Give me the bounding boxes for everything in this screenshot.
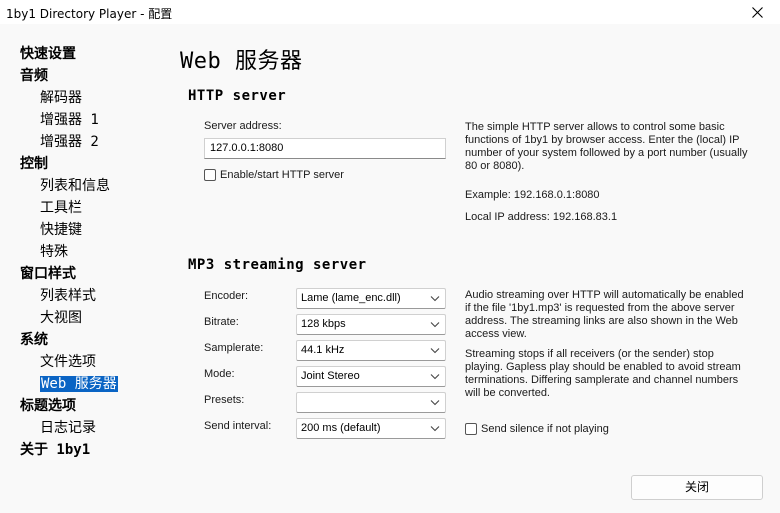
tree-item-title-options[interactable]: 标题选项	[20, 396, 76, 416]
window-title: 1by1 Directory Player - 配置	[6, 7, 173, 21]
send-interval-label: Send interval:	[204, 420, 272, 432]
tree-item-decoder[interactable]: 解码器	[40, 88, 82, 108]
tree-item-shortcuts[interactable]: 快捷键	[40, 220, 82, 240]
enable-http-row[interactable]: Enable/start HTTP server	[204, 169, 344, 181]
tree-item-control[interactable]: 控制	[20, 154, 48, 174]
mode-label: Mode:	[204, 368, 235, 380]
tree-item-about[interactable]: 关于 1by1	[20, 440, 90, 460]
chevron-down-icon	[430, 322, 440, 328]
encoder-label: Encoder:	[204, 290, 249, 302]
config-window: 1by1 Directory Player - 配置 快速设置 音频 解码器 增…	[0, 0, 780, 513]
send-silence-label: Send silence if not playing	[481, 423, 609, 435]
tree-item-system[interactable]: 系统	[20, 330, 48, 350]
enable-http-checkbox[interactable]	[204, 169, 216, 181]
tree-item-enhancer-1[interactable]: 增强器 1	[40, 110, 99, 130]
tree-item-file-options[interactable]: 文件选项	[40, 352, 96, 372]
bitrate-select[interactable]: 128 kbps	[296, 314, 446, 335]
send-silence-checkbox[interactable]	[465, 423, 477, 435]
send-silence-row[interactable]: Send silence if not playing	[465, 423, 609, 435]
samplerate-select[interactable]: 44.1 kHz	[296, 340, 446, 361]
tree-item-list-style[interactable]: 列表样式	[40, 286, 96, 306]
http-section-title: HTTP server	[188, 88, 287, 104]
http-description: The simple HTTP server allows to control…	[465, 121, 748, 172]
presets-select[interactable]	[296, 392, 446, 413]
tree-item-big-view[interactable]: 大视图	[40, 308, 82, 328]
chevron-down-icon	[430, 374, 440, 380]
local-ip-address: Local IP address: 192.168.83.1	[465, 211, 618, 223]
mp3-section-title: MP3 streaming server	[188, 257, 367, 273]
send-interval-select[interactable]: 200 ms (default)	[296, 418, 446, 439]
streaming-stop-description: Streaming stops if all receivers (or the…	[465, 348, 741, 399]
tree-item-quick-setup[interactable]: 快速设置	[20, 44, 76, 64]
server-address-input[interactable]: 127.0.0.1:8080	[204, 138, 446, 159]
page-title: Web 服务器	[180, 49, 303, 74]
samplerate-label: Samplerate:	[204, 342, 264, 354]
tree-item-audio[interactable]: 音频	[20, 66, 48, 86]
tree-item-enhancer-2[interactable]: 增强器 2	[40, 132, 99, 152]
http-example: Example: 192.168.0.1:8080	[465, 189, 600, 201]
chevron-down-icon	[430, 296, 440, 302]
chevron-down-icon	[430, 400, 440, 406]
chevron-down-icon	[430, 426, 440, 432]
tree-item-special[interactable]: 特殊	[40, 242, 68, 262]
chevron-down-icon	[430, 348, 440, 354]
tree-item-toolbar[interactable]: 工具栏	[40, 198, 82, 218]
bitrate-label: Bitrate:	[204, 316, 239, 328]
tree-item-logging[interactable]: 日志记录	[40, 418, 96, 438]
close-button[interactable]: 关闭	[631, 475, 763, 500]
streaming-description: Audio streaming over HTTP will automatic…	[465, 289, 744, 340]
dialog-content: 快速设置 音频 解码器 增强器 1 增强器 2 控制 列表和信息 工具栏 快捷键…	[0, 24, 780, 513]
presets-label: Presets:	[204, 394, 245, 406]
close-window-button[interactable]	[734, 0, 780, 24]
tree-item-window-style[interactable]: 窗口样式	[20, 264, 76, 284]
title-bar: 1by1 Directory Player - 配置	[0, 0, 780, 24]
tree-item-list-info[interactable]: 列表和信息	[40, 176, 110, 196]
encoder-select[interactable]: Lame (lame_enc.dll)	[296, 288, 446, 309]
enable-http-label: Enable/start HTTP server	[220, 169, 344, 181]
mode-select[interactable]: Joint Stereo	[296, 366, 446, 387]
close-icon	[751, 6, 763, 18]
server-address-label: Server address:	[204, 120, 282, 132]
tree-item-web-server[interactable]: Web 服务器	[40, 374, 118, 394]
